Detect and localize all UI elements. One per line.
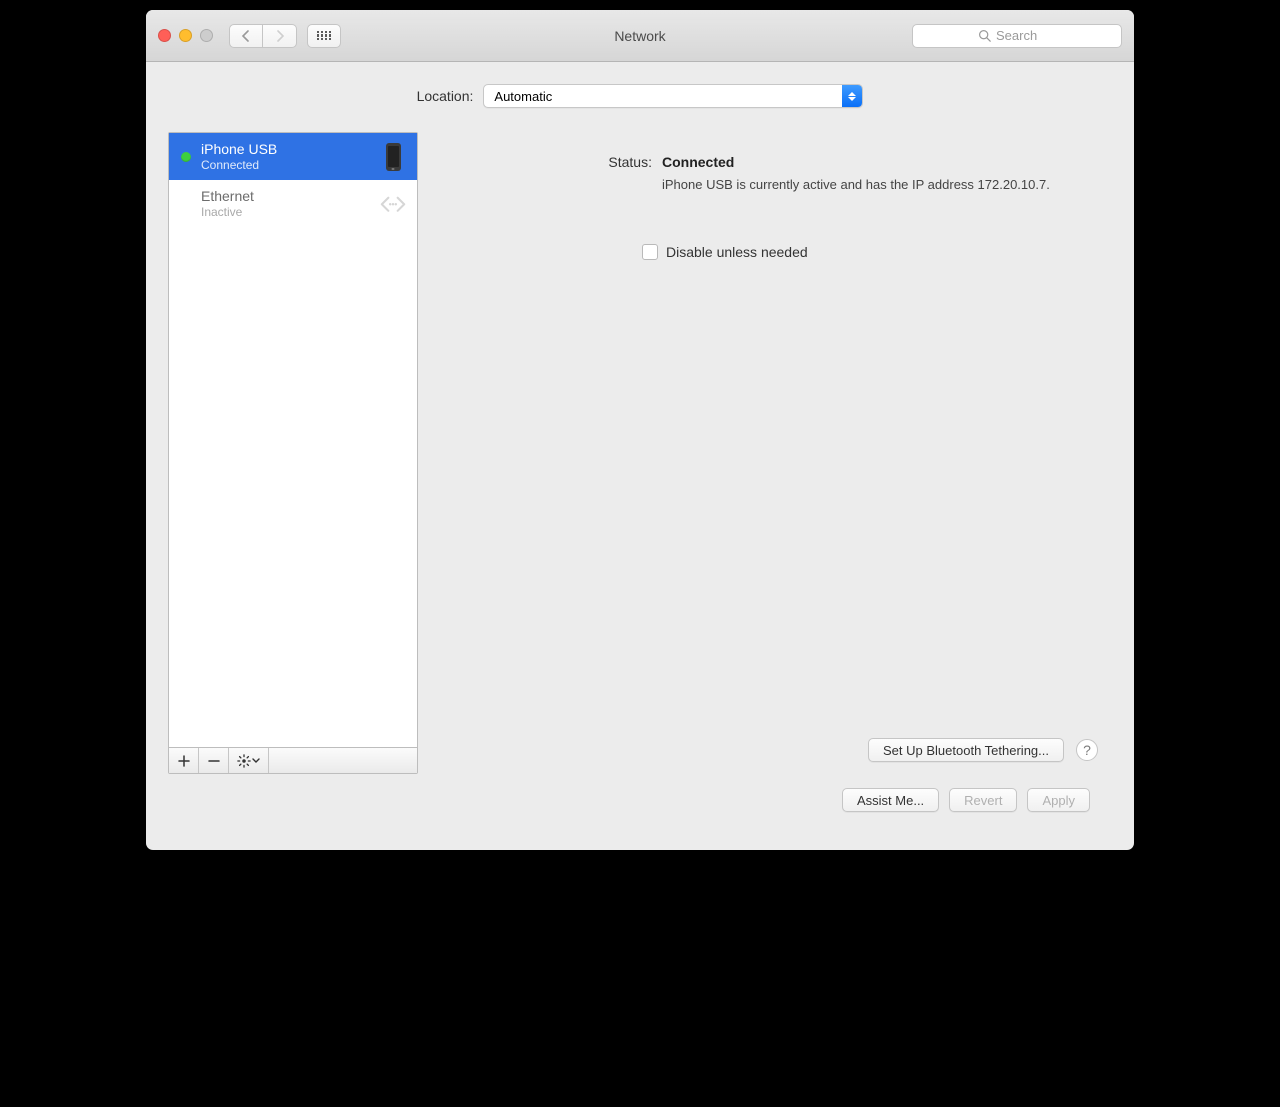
sidebar-tools bbox=[169, 747, 417, 773]
nav-buttons bbox=[229, 24, 297, 48]
assist-me-button[interactable]: Assist Me... bbox=[842, 788, 939, 812]
content-area: Location: Automatic iPhone USB Connected bbox=[146, 62, 1134, 850]
disable-unless-needed-label: Disable unless needed bbox=[666, 244, 808, 260]
status-value: Connected bbox=[662, 154, 1092, 170]
apply-button[interactable]: Apply bbox=[1027, 788, 1090, 812]
service-status: Inactive bbox=[201, 205, 369, 219]
remove-service-button[interactable] bbox=[199, 748, 229, 773]
traffic-lights bbox=[158, 29, 213, 42]
setup-bluetooth-tethering-button[interactable]: Set Up Bluetooth Tethering... bbox=[868, 738, 1064, 762]
disable-unless-needed-checkbox[interactable] bbox=[642, 244, 658, 260]
service-item-ethernet[interactable]: Ethernet Inactive bbox=[169, 180, 417, 227]
service-item-iphone-usb[interactable]: iPhone USB Connected bbox=[169, 133, 417, 180]
location-label: Location: bbox=[417, 88, 474, 104]
plus-icon bbox=[178, 755, 190, 767]
revert-button[interactable]: Revert bbox=[949, 788, 1017, 812]
panels: iPhone USB Connected Ethernet Inactive bbox=[168, 132, 1112, 774]
updown-arrows-icon bbox=[842, 85, 862, 107]
forward-button[interactable] bbox=[263, 24, 297, 48]
search-input[interactable] bbox=[996, 28, 1056, 43]
service-name: iPhone USB bbox=[201, 141, 369, 158]
chevron-left-icon bbox=[241, 30, 251, 42]
location-select-value: Automatic bbox=[494, 89, 552, 104]
service-status: Connected bbox=[201, 158, 369, 172]
search-field[interactable] bbox=[912, 24, 1122, 48]
location-select[interactable]: Automatic bbox=[483, 84, 863, 108]
detail-pane: Status: Connected iPhone USB is currentl… bbox=[432, 132, 1112, 774]
titlebar: Network bbox=[146, 10, 1134, 62]
status-dot-icon bbox=[181, 199, 191, 209]
location-row: Location: Automatic bbox=[168, 84, 1112, 108]
gear-icon bbox=[237, 754, 251, 768]
status-row: Status: Connected iPhone USB is currentl… bbox=[432, 154, 1112, 194]
show-all-button[interactable] bbox=[307, 24, 341, 48]
tool-spacer bbox=[269, 748, 417, 773]
disable-unless-needed-row: Disable unless needed bbox=[432, 244, 1112, 260]
help-icon: ? bbox=[1083, 742, 1091, 758]
phone-icon bbox=[379, 143, 407, 171]
minus-icon bbox=[208, 755, 220, 767]
status-dot-icon bbox=[181, 152, 191, 162]
network-preferences-window: Network Location: Automatic bbox=[146, 10, 1134, 850]
minimize-button[interactable] bbox=[179, 29, 192, 42]
ethernet-icon bbox=[379, 194, 407, 215]
grid-icon bbox=[317, 31, 331, 41]
service-list[interactable]: iPhone USB Connected Ethernet Inactive bbox=[169, 133, 417, 747]
status-label: Status: bbox=[452, 154, 652, 194]
search-icon bbox=[978, 29, 991, 42]
chevron-down-icon bbox=[252, 758, 260, 764]
service-sidebar: iPhone USB Connected Ethernet Inactive bbox=[168, 132, 418, 774]
footer: Assist Me... Revert Apply bbox=[168, 774, 1112, 832]
chevron-right-icon bbox=[275, 30, 285, 42]
back-button[interactable] bbox=[229, 24, 263, 48]
add-service-button[interactable] bbox=[169, 748, 199, 773]
detail-bottom: Set Up Bluetooth Tethering... ? bbox=[432, 738, 1112, 762]
service-name: Ethernet bbox=[201, 188, 369, 205]
status-description: iPhone USB is currently active and has t… bbox=[662, 176, 1052, 194]
actions-menu-button[interactable] bbox=[229, 748, 269, 773]
close-button[interactable] bbox=[158, 29, 171, 42]
zoom-button[interactable] bbox=[200, 29, 213, 42]
help-button[interactable]: ? bbox=[1076, 739, 1098, 761]
